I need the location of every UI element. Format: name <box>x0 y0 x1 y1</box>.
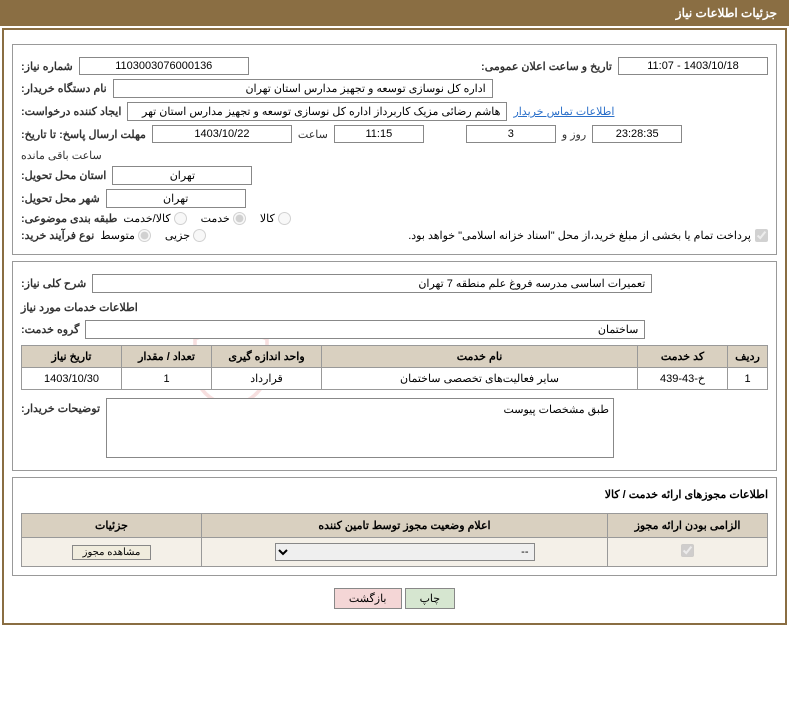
value-deadline-date: 1403/10/22 <box>152 125 292 143</box>
th-mandatory: الزامی بودن ارائه مجوز <box>608 514 768 538</box>
row-buyer-notes: توضیحات خریدار: طبق مشخصات پیوست <box>21 398 768 458</box>
value-delivery-city: تهران <box>106 189 246 208</box>
label-delivery-province: استان محل تحویل: <box>21 169 106 182</box>
main-panel: شماره نیاز: 1103003076000136 تاریخ و ساع… <box>2 28 787 625</box>
label-delivery-city: شهر محل تحویل: <box>21 192 100 205</box>
row-requester: ایجاد کننده درخواست: هاشم رضائی مزیک کار… <box>21 102 768 121</box>
subject-radio-group: کالا خدمت کالا/خدمت <box>123 212 290 225</box>
row-delivery-province: استان محل تحویل: تهران <box>21 166 768 185</box>
value-buyer-org: اداره کل نوسازی توسعه و تجهیز مدارس استا… <box>113 79 493 98</box>
value-requester: هاشم رضائی مزیک کاربرداز اداره کل نوسازی… <box>127 102 507 121</box>
page-header: جزئیات اطلاعات نیاز <box>0 0 789 26</box>
footer-buttons: چاپ بازگشت <box>12 588 777 609</box>
value-deadline-time: 11:15 <box>334 125 424 143</box>
label-subject-class: طبقه بندی موضوعی: <box>21 212 117 225</box>
permits-legend: اطلاعات مجوزهای ارائه خدمت / کالا <box>21 486 768 503</box>
status-select[interactable]: -- <box>275 543 535 561</box>
row-overall-desc: شرح کلی نیاز: تعمیرات اساسی مدرسه فروغ ع… <box>21 274 768 293</box>
row-purchase-type: نوع فرآیند خرید: جزیی متوسط پرداخت تمام … <box>21 229 768 242</box>
services-table: ردیف کد خدمت نام خدمت واحد اندازه گیری ت… <box>21 345 768 390</box>
row-subject-class: طبقه بندی موضوعی: کالا خدمت کالا/خدمت <box>21 212 768 225</box>
value-buyer-notes: طبق مشخصات پیوست <box>106 398 614 458</box>
services-table-header-row: ردیف کد خدمت نام خدمت واحد اندازه گیری ت… <box>22 346 768 368</box>
header-title: جزئیات اطلاعات نیاز <box>676 6 777 20</box>
cell-code: خ-43-439 <box>638 368 728 390</box>
services-block: AriaTender.net شرح کلی نیاز: تعمیرات اسا… <box>12 261 777 471</box>
radio-service-label: خدمت <box>201 212 230 225</box>
value-remaining-days: 3 <box>466 125 556 143</box>
label-buyer-notes: توضیحات خریدار: <box>21 398 100 415</box>
value-remaining-time: 23:28:35 <box>592 125 682 143</box>
radio-service[interactable] <box>233 212 246 225</box>
label-service-info: اطلاعات خدمات مورد نیاز <box>21 301 138 314</box>
value-overall-desc: تعمیرات اساسی مدرسه فروغ علم منطقه 7 تهر… <box>92 274 652 293</box>
radio-partial[interactable] <box>193 229 206 242</box>
mandatory-checkbox[interactable] <box>681 544 694 557</box>
radio-goods-service[interactable] <box>174 212 187 225</box>
label-announce-dt: تاریخ و ساعت اعلان عمومی: <box>481 60 612 73</box>
payment-checkbox-wrap: پرداخت تمام یا بخشی از مبلغ خرید،از محل … <box>408 229 768 242</box>
label-purchase-type: نوع فرآیند خرید: <box>21 229 94 242</box>
th-name: نام خدمت <box>322 346 638 368</box>
print-button[interactable]: چاپ <box>405 588 456 609</box>
info-block: شماره نیاز: 1103003076000136 تاریخ و ساع… <box>12 44 777 255</box>
th-details: جزئیات <box>22 514 202 538</box>
back-button[interactable]: بازگشت <box>334 588 402 609</box>
row-deadline: مهلت ارسال پاسخ: تا تاریخ: 1403/10/22 سا… <box>21 125 768 162</box>
payment-note-text: پرداخت تمام یا بخشی از مبلغ خرید،از محل … <box>408 229 751 242</box>
payment-checkbox[interactable] <box>755 229 768 242</box>
cell-details: مشاهده مجوز <box>22 538 202 567</box>
radio-goods-service-label: کالا/خدمت <box>123 212 170 225</box>
row-buyer-org: نام دستگاه خریدار: اداره کل نوسازی توسعه… <box>21 79 768 98</box>
link-buyer-contact[interactable]: اطلاعات تماس خریدار <box>513 105 614 118</box>
label-overall-desc: شرح کلی نیاز: <box>21 277 86 290</box>
label-requester: ایجاد کننده درخواست: <box>21 105 121 118</box>
view-permit-button[interactable]: مشاهده مجوز <box>72 545 152 560</box>
table-row: 1خ-43-439سایر فعالیت‌های تخصصی ساختمانقر… <box>22 368 768 390</box>
th-code: کد خدمت <box>638 346 728 368</box>
radio-partial-label: جزیی <box>165 229 190 242</box>
cell-row: 1 <box>728 368 768 390</box>
radio-medium[interactable] <box>138 229 151 242</box>
th-unit: واحد اندازه گیری <box>212 346 322 368</box>
radio-medium-label: متوسط <box>100 229 135 242</box>
cell-name: سایر فعالیت‌های تخصصی ساختمان <box>322 368 638 390</box>
cell-date: 1403/10/30 <box>22 368 122 390</box>
label-time-remaining: ساعت باقی مانده <box>21 149 102 162</box>
permits-header-row: الزامی بودن ارائه مجوز اعلام وضعیت مجوز … <box>22 514 768 538</box>
radio-goods[interactable] <box>278 212 291 225</box>
permits-block: اطلاعات مجوزهای ارائه خدمت / کالا الزامی… <box>12 477 777 576</box>
cell-qty: 1 <box>122 368 212 390</box>
th-qty: تعداد / مقدار <box>122 346 212 368</box>
radio-goods-label: کالا <box>260 212 275 225</box>
row-service-info-title: اطلاعات خدمات مورد نیاز <box>21 299 768 316</box>
th-status: اعلام وضعیت مجوز توسط تامین کننده <box>202 514 608 538</box>
th-date: تاریخ نیاز <box>22 346 122 368</box>
label-days-and: روز و <box>562 128 586 141</box>
th-row: ردیف <box>728 346 768 368</box>
row-req-number: شماره نیاز: 1103003076000136 تاریخ و ساع… <box>21 57 768 75</box>
cell-status: -- <box>202 538 608 567</box>
label-buyer-org: نام دستگاه خریدار: <box>21 82 107 95</box>
permits-table: الزامی بودن ارائه مجوز اعلام وضعیت مجوز … <box>21 513 768 567</box>
permit-row: -- مشاهده مجوز <box>22 538 768 567</box>
label-service-group: گروه خدمت: <box>21 323 79 336</box>
value-delivery-province: تهران <box>112 166 252 185</box>
label-req-number: شماره نیاز: <box>21 60 73 73</box>
row-delivery-city: شهر محل تحویل: تهران <box>21 189 768 208</box>
purchase-radio-group: جزیی متوسط <box>100 229 206 242</box>
cell-unit: قرارداد <box>212 368 322 390</box>
row-service-group: گروه خدمت: ساختمان <box>21 320 768 339</box>
value-req-number: 1103003076000136 <box>79 57 249 75</box>
value-service-group: ساختمان <box>85 320 645 339</box>
value-announce-dt: 1403/10/18 - 11:07 <box>618 57 768 75</box>
label-deadline: مهلت ارسال پاسخ: تا تاریخ: <box>21 128 146 141</box>
label-time-word: ساعت <box>298 128 328 141</box>
cell-mandatory <box>608 538 768 567</box>
